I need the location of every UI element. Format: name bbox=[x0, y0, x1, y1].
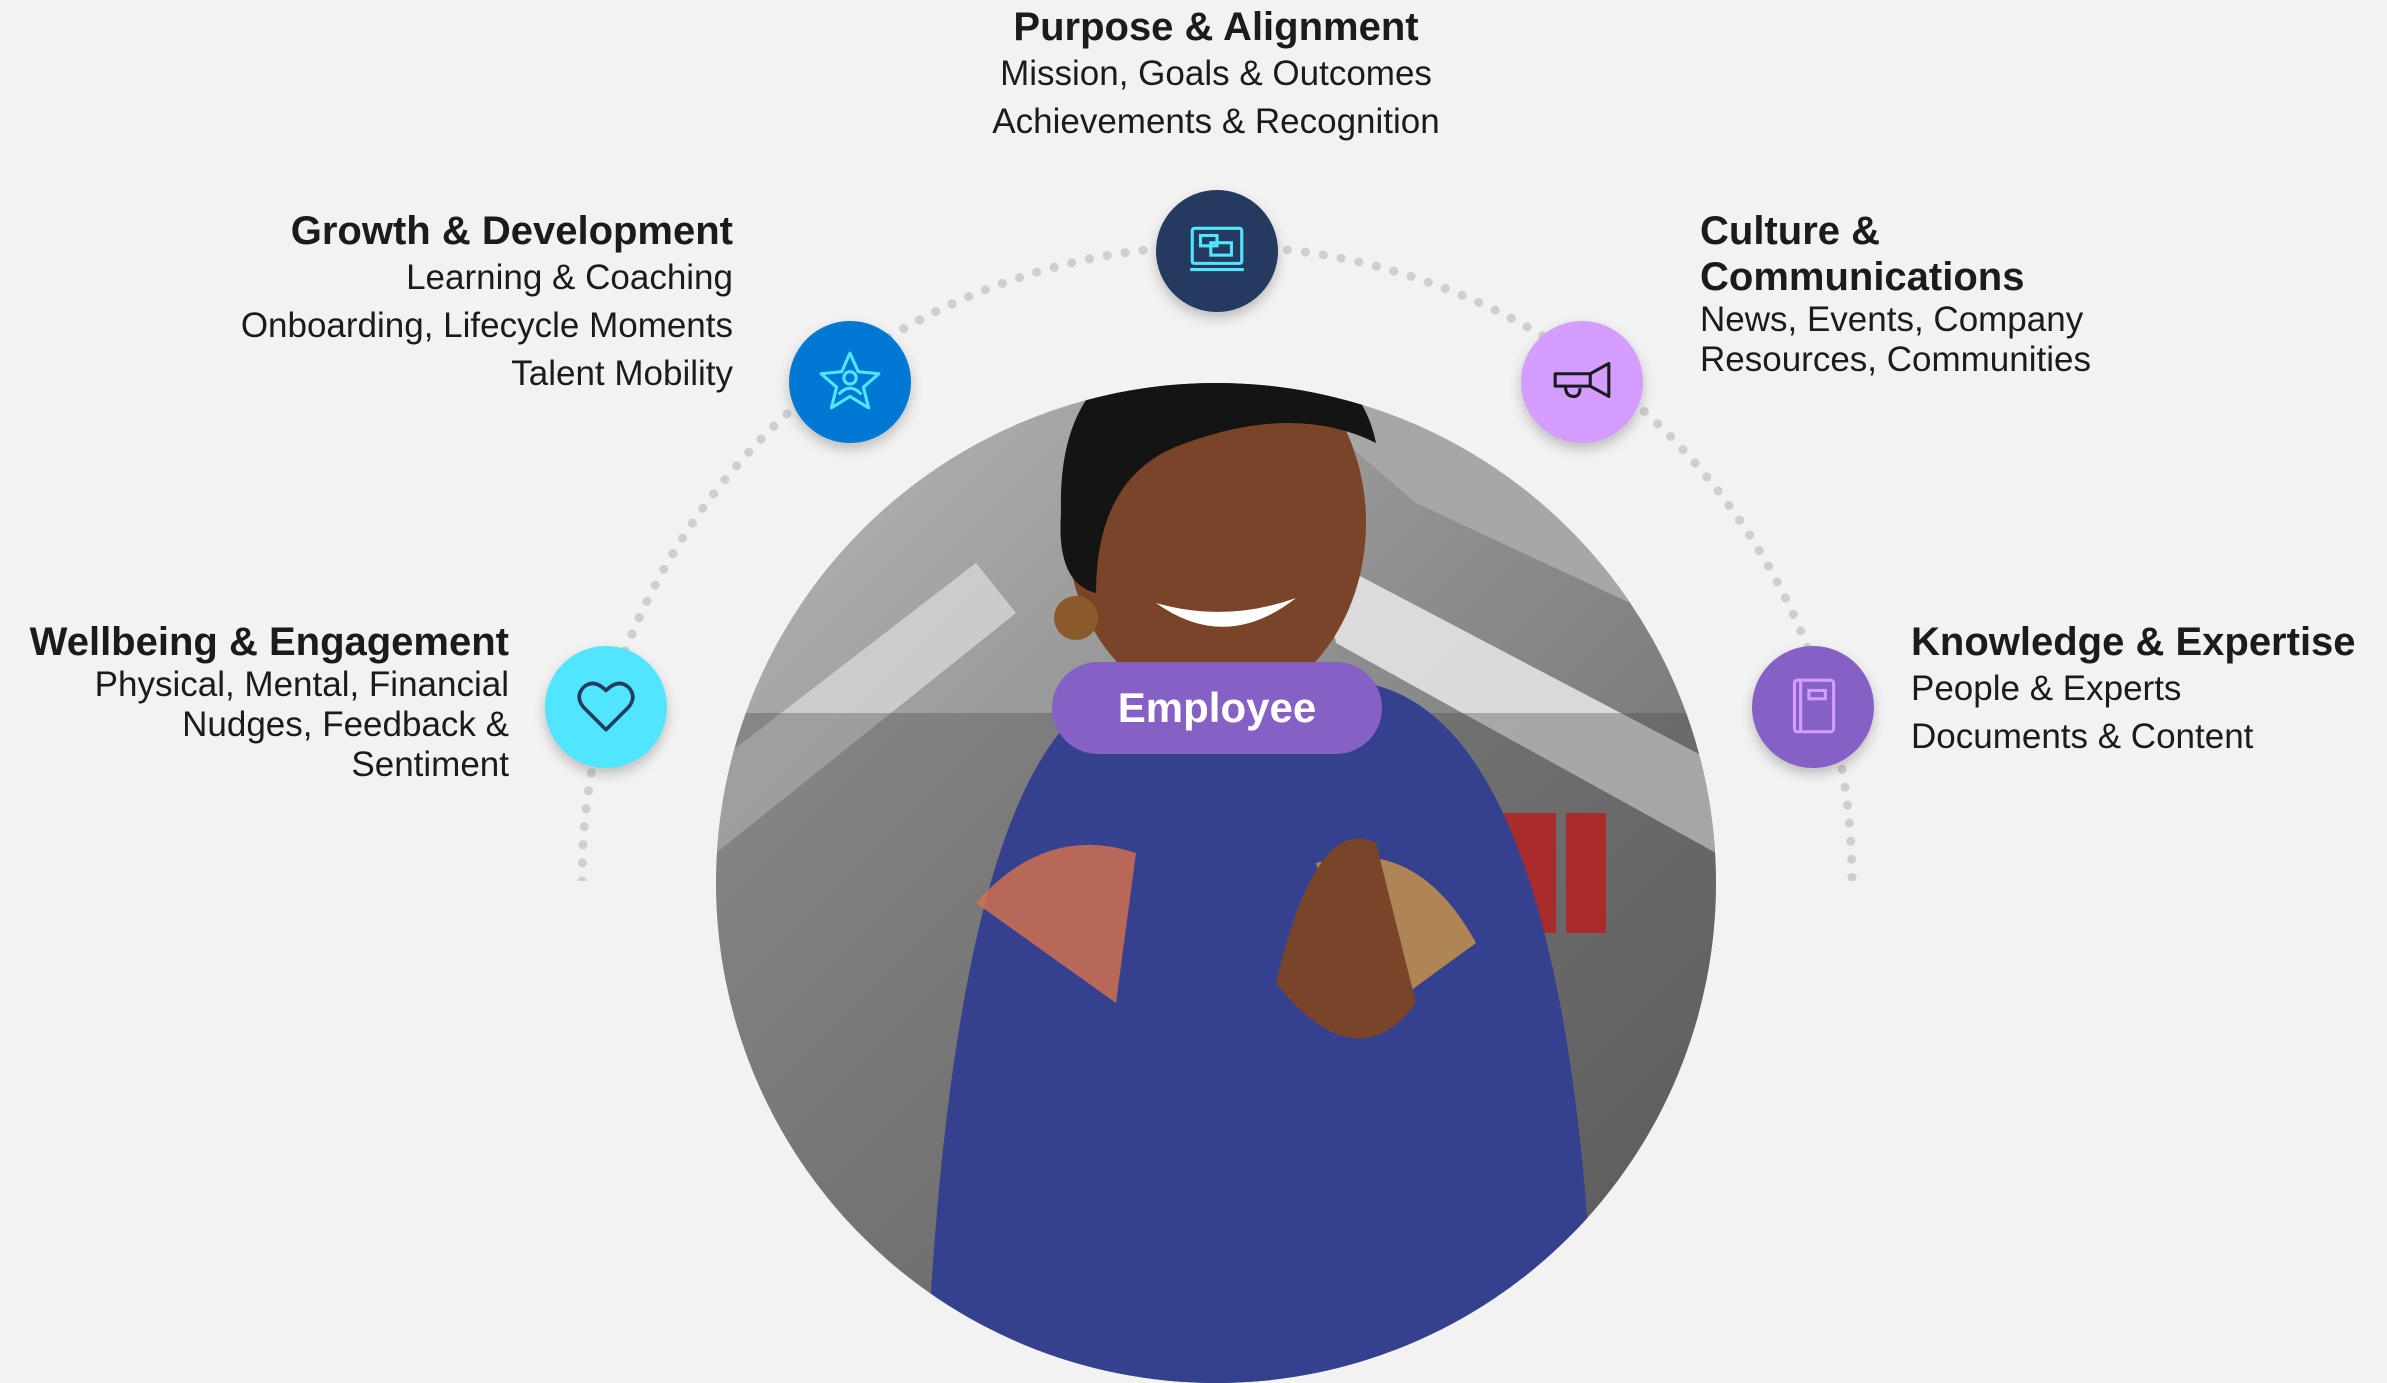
knowledge-line-2: Documents & Content bbox=[1911, 717, 2254, 756]
growth-line-2: Onboarding, Lifecycle Moments bbox=[240, 306, 733, 345]
wellbeing-text: Wellbeing & Engagement Physical, Mental,… bbox=[0, 619, 509, 785]
megaphone-icon bbox=[1553, 361, 1611, 398]
purpose-line-2: Achievements & Recognition bbox=[992, 102, 1440, 141]
heart-icon bbox=[577, 681, 635, 732]
purpose-title: Purpose & Alignment bbox=[1013, 5, 1419, 49]
culture-line-1: News, Events, Company bbox=[1700, 300, 2084, 339]
star-person-icon bbox=[819, 351, 881, 410]
wellbeing-line-3: Sentiment bbox=[351, 745, 509, 784]
employee-photo bbox=[716, 383, 1716, 1383]
culture-line-2: Resources, Communities bbox=[1700, 340, 2091, 379]
knowledge-line-1: People & Experts bbox=[1911, 669, 2182, 708]
growth-text: Growth & Development Learning & Coaching… bbox=[100, 208, 733, 398]
purpose-node[interactable] bbox=[1156, 190, 1278, 312]
growth-line-3: Talent Mobility bbox=[511, 354, 733, 393]
presentation-board-icon bbox=[1190, 226, 1244, 272]
culture-title-line-1: Culture & bbox=[1700, 209, 1880, 253]
knowledge-title: Knowledge & Expertise bbox=[1911, 620, 2356, 664]
culture-title-line-2: Communications bbox=[1700, 255, 2025, 299]
knowledge-node[interactable] bbox=[1752, 646, 1874, 768]
knowledge-text: Knowledge & Expertise People & Experts D… bbox=[1911, 619, 2381, 761]
purpose-line-1: Mission, Goals & Outcomes bbox=[1000, 54, 1432, 93]
growth-line-1: Learning & Coaching bbox=[406, 258, 733, 297]
growth-title: Growth & Development bbox=[290, 209, 733, 253]
employee-badge[interactable]: Employee bbox=[1052, 662, 1382, 754]
culture-text: Culture & Communications News, Events, C… bbox=[1700, 208, 2260, 380]
purpose-text: Purpose & Alignment Mission, Goals & Out… bbox=[866, 4, 1566, 146]
wellbeing-line-2: Nudges, Feedback & bbox=[182, 705, 509, 744]
wellbeing-node[interactable] bbox=[545, 646, 667, 768]
growth-node[interactable] bbox=[789, 321, 911, 443]
wellbeing-title: Wellbeing & Engagement bbox=[29, 620, 509, 664]
book-icon bbox=[1792, 678, 1836, 734]
culture-node[interactable] bbox=[1521, 321, 1643, 443]
wellbeing-line-1: Physical, Mental, Financial bbox=[94, 665, 509, 704]
